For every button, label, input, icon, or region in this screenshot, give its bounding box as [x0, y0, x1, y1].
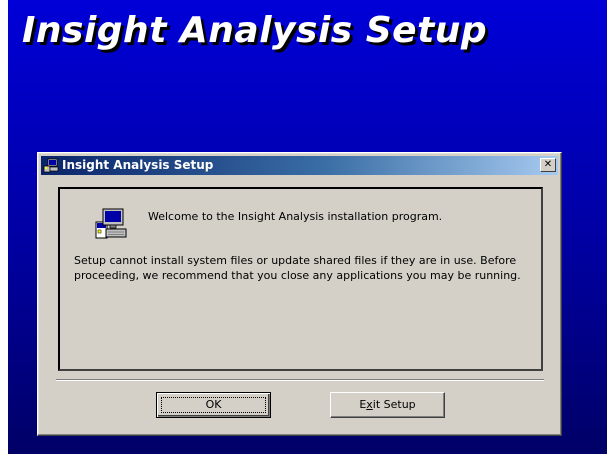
exit-setup-button[interactable]: Exit Setup: [330, 392, 445, 418]
computer-setup-icon: [95, 208, 127, 239]
ok-button-label: OK: [205, 398, 222, 411]
setup-dialog: Insight Analysis Setup ✕ Welcome to the …: [37, 152, 562, 436]
setup-computer-icon: [43, 158, 59, 173]
dialog-titlebar[interactable]: Insight Analysis Setup ✕: [41, 156, 558, 175]
close-icon: ✕: [543, 159, 553, 170]
dialog-title: Insight Analysis Setup: [62, 158, 214, 172]
exit-label-suffix: it Setup: [372, 398, 416, 411]
separator: [56, 379, 544, 381]
body-message: Setup cannot install system files or upd…: [74, 254, 521, 282]
ok-button[interactable]: OK: [156, 392, 271, 418]
banner-title: Insight Analysis Setup: [22, 10, 488, 51]
message-panel: Welcome to the Insight Analysis installa…: [58, 187, 543, 371]
welcome-message: Welcome to the Insight Analysis installa…: [148, 210, 443, 223]
close-button[interactable]: ✕: [540, 158, 556, 172]
